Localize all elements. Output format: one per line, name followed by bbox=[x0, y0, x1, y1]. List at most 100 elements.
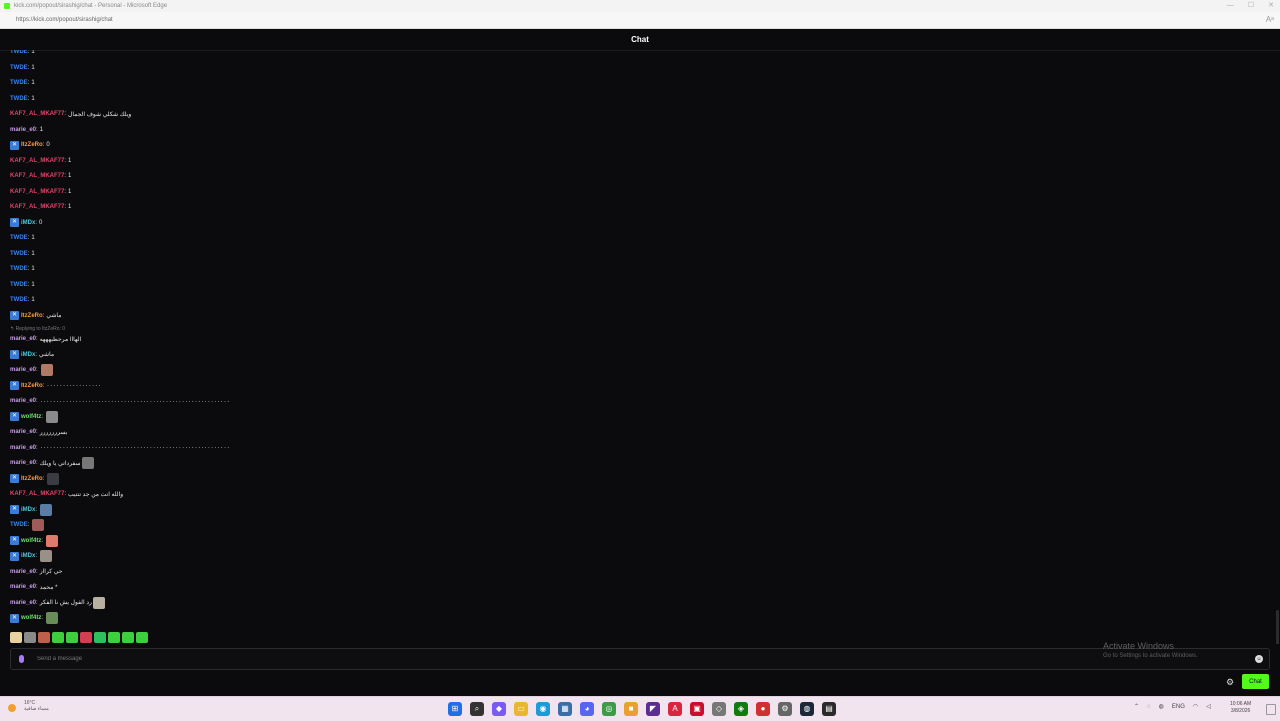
chat-username[interactable]: iMDx bbox=[21, 507, 35, 513]
game-icon[interactable]: ▣ bbox=[690, 702, 704, 716]
emote-image[interactable] bbox=[46, 410, 59, 423]
record-icon[interactable]: ● bbox=[756, 702, 770, 716]
chat-username[interactable]: marie_e0 bbox=[10, 398, 36, 404]
chat-username[interactable]: TWDE bbox=[10, 235, 28, 241]
chat-username[interactable]: wolf4tz bbox=[21, 414, 41, 420]
chat-username[interactable]: wolf4tz bbox=[21, 538, 41, 544]
chat-username[interactable]: ItzZeRo bbox=[21, 313, 43, 319]
chat-username[interactable]: TWDE bbox=[10, 65, 28, 71]
chat-username[interactable]: TWDE bbox=[10, 50, 28, 55]
gear-icon[interactable]: ⚙ bbox=[1226, 677, 1234, 688]
chat-username[interactable]: ItzZeRo bbox=[21, 142, 43, 148]
chat-username[interactable]: TWDE bbox=[10, 297, 28, 303]
emote-image[interactable] bbox=[40, 364, 53, 376]
chat-username[interactable]: ItzZeRo bbox=[21, 476, 43, 482]
chat-username[interactable]: iMDx bbox=[21, 553, 35, 559]
clock[interactable]: 10:06 AM 3/8/2026 bbox=[1230, 701, 1251, 715]
emote-icon[interactable] bbox=[66, 632, 78, 643]
discord-icon[interactable]: ◕ bbox=[580, 702, 594, 716]
emote-image[interactable] bbox=[32, 519, 45, 531]
chat-username[interactable]: marie_e0 bbox=[10, 367, 36, 373]
message-input[interactable] bbox=[35, 651, 1219, 667]
emote-icon[interactable] bbox=[10, 632, 22, 643]
emote-image[interactable] bbox=[40, 503, 53, 516]
emote-image[interactable] bbox=[46, 612, 59, 624]
notification-icon[interactable] bbox=[1266, 704, 1276, 715]
chat-username[interactable]: KAF7_AL_MKAF77 bbox=[10, 189, 64, 195]
chat-username[interactable]: marie_e0 bbox=[10, 429, 36, 435]
weather-icon[interactable] bbox=[8, 704, 16, 712]
copilot-icon[interactable]: ◆ bbox=[492, 702, 506, 716]
chat-username[interactable]: KAF7_AL_MKAF77 bbox=[10, 491, 64, 497]
chat-username[interactable]: KAF7_AL_MKAF77 bbox=[10, 204, 64, 210]
send-chat-button[interactable]: Chat bbox=[1242, 674, 1269, 689]
chat-username[interactable]: marie_e0 bbox=[10, 460, 36, 466]
emote-icon[interactable] bbox=[108, 632, 120, 643]
vs-icon[interactable]: ◤ bbox=[646, 702, 660, 716]
weather-widget[interactable]: 16°C مساء صافية bbox=[24, 700, 49, 712]
chat-username[interactable]: KAF7_AL_MKAF77 bbox=[10, 173, 64, 179]
chat-username[interactable]: marie_e0 bbox=[10, 336, 36, 342]
chat-username[interactable]: marie_e0 bbox=[10, 584, 36, 590]
message-input-box[interactable]: ☺ bbox=[10, 648, 1270, 670]
emote-icon[interactable] bbox=[38, 632, 50, 643]
chat-username[interactable]: KAF7_AL_MKAF77 bbox=[10, 158, 64, 164]
emote-icon[interactable] bbox=[52, 632, 64, 643]
chat-username[interactable]: ItzZeRo bbox=[21, 383, 43, 389]
wifi-icon[interactable]: ◠ bbox=[1193, 703, 1198, 710]
settings-icon[interactable]: ⚙ bbox=[778, 702, 792, 716]
language-indicator[interactable]: ENG bbox=[1172, 704, 1185, 710]
emoji-picker-icon[interactable]: ☺ bbox=[1255, 655, 1263, 663]
file-explorer-icon[interactable]: ▭ bbox=[514, 702, 528, 716]
tray-app-icon-2[interactable]: ◍ bbox=[1159, 703, 1164, 710]
minimize-button[interactable]: — bbox=[1227, 0, 1234, 12]
maximize-button[interactable]: ☐ bbox=[1248, 0, 1254, 12]
store-icon[interactable]: ▦ bbox=[558, 702, 572, 716]
scrollbar-thumb[interactable] bbox=[1276, 610, 1279, 644]
chat-message-list[interactable]: TWDE:1 TWDE:1 TWDE:1 TWDE:1 KAF7_AL_MKAF77: و… bbox=[0, 50, 1280, 644]
emote-image[interactable] bbox=[81, 457, 94, 469]
start-icon[interactable]: ⊞ bbox=[448, 702, 462, 716]
volume-icon[interactable]: ◁ bbox=[1206, 703, 1211, 710]
search-icon[interactable]: ⌕ bbox=[470, 702, 484, 716]
emote-icon[interactable] bbox=[80, 632, 92, 643]
address-bar[interactable]: https://kick.com/popout/sirashig/chat Aᵃ bbox=[0, 12, 1280, 29]
chat-username[interactable]: marie_e0 bbox=[10, 445, 36, 451]
chevron-up-icon[interactable]: ⌃ bbox=[1134, 703, 1139, 710]
chat-username[interactable]: TWDE bbox=[10, 80, 28, 86]
close-button[interactable]: ✕ bbox=[1268, 0, 1274, 12]
app-icon[interactable]: ■ bbox=[624, 702, 638, 716]
chat-username[interactable]: TWDE bbox=[10, 282, 28, 288]
reply-context[interactable]: ↰ Replying to ItzZeRo: 0 bbox=[10, 325, 65, 333]
chrome-icon[interactable]: ◎ bbox=[602, 702, 616, 716]
terminal-icon[interactable]: ▤ bbox=[822, 702, 836, 716]
emote-icon[interactable] bbox=[122, 632, 134, 643]
chat-username[interactable]: TWDE bbox=[10, 266, 28, 272]
chat-username[interactable]: KAF7_AL_MKAF77 bbox=[10, 111, 64, 117]
network-icon[interactable]: ◇ bbox=[712, 702, 726, 716]
emote-icon[interactable] bbox=[24, 632, 36, 643]
edge-icon[interactable]: ◉ bbox=[536, 702, 550, 716]
chat-username[interactable]: marie_e0 bbox=[10, 127, 36, 133]
microphone-icon[interactable] bbox=[19, 655, 24, 663]
chat-username[interactable]: iMDx bbox=[21, 220, 35, 226]
emote-image[interactable] bbox=[46, 534, 59, 547]
url-text[interactable]: https://kick.com/popout/sirashig/chat bbox=[16, 12, 113, 28]
steam-icon[interactable]: ◍ bbox=[800, 702, 814, 716]
tray-app-icon[interactable]: ◌ bbox=[1147, 704, 1151, 710]
emote-image[interactable] bbox=[40, 550, 53, 562]
xbox-icon[interactable]: ◈ bbox=[734, 702, 748, 716]
chat-username[interactable]: TWDE bbox=[10, 96, 28, 102]
chat-username[interactable]: marie_e0 bbox=[10, 600, 36, 606]
reader-mode-icon[interactable]: Aᵃ bbox=[1266, 12, 1274, 28]
chat-username[interactable]: wolf4tz bbox=[21, 615, 41, 621]
acrobat-icon[interactable]: A bbox=[668, 702, 682, 716]
chat-username[interactable]: iMDx bbox=[21, 352, 35, 358]
emote-icon[interactable] bbox=[136, 632, 148, 643]
emote-image[interactable] bbox=[47, 472, 60, 485]
chat-username[interactable]: TWDE bbox=[10, 522, 28, 528]
emote-icon[interactable] bbox=[94, 632, 106, 643]
emote-image[interactable] bbox=[92, 596, 105, 609]
chat-username[interactable]: TWDE bbox=[10, 251, 28, 257]
chat-username[interactable]: marie_e0 bbox=[10, 569, 36, 575]
